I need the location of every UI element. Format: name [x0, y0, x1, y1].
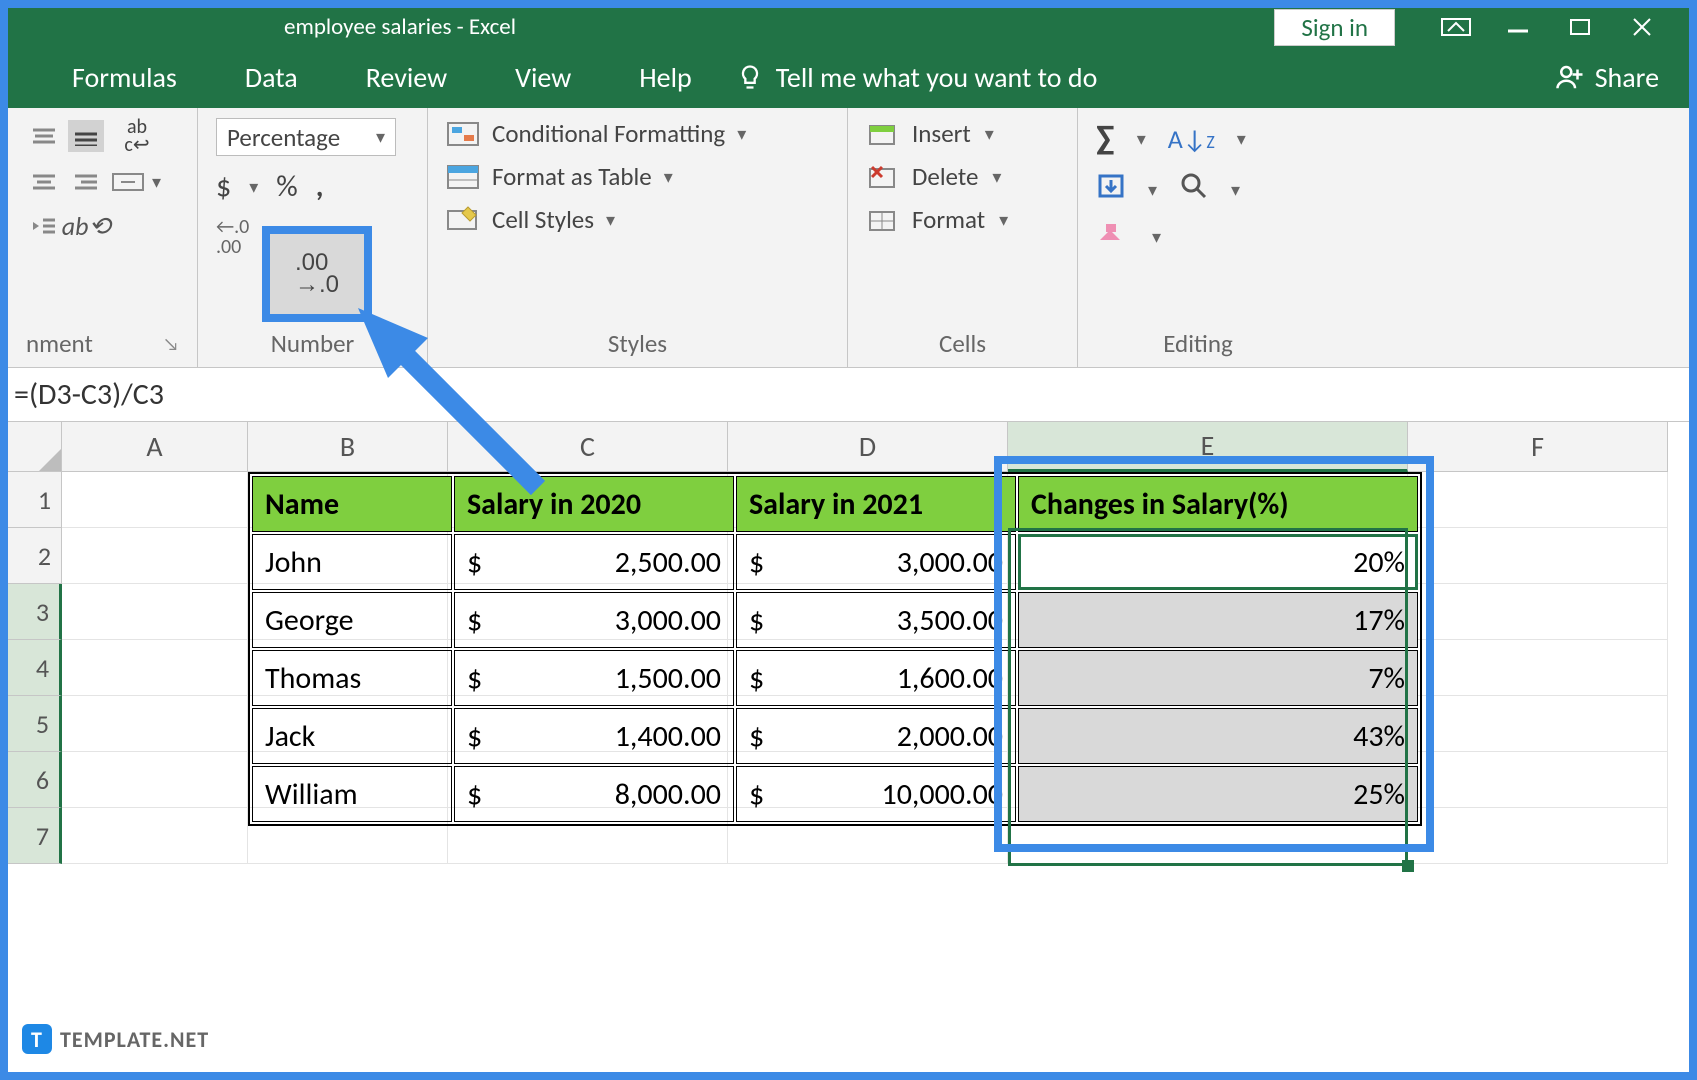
tab-review[interactable]: Review	[332, 60, 481, 95]
ribbon: abc↩ ▾ ab⟲ nment ↘	[8, 108, 1689, 368]
cell-styles-icon	[446, 205, 480, 235]
find-select-button[interactable]	[1179, 171, 1209, 208]
dialog-launcher-icon[interactable]: ↘	[163, 333, 179, 355]
annotation-arrow	[318, 298, 578, 558]
tell-me-search[interactable]: Tell me what you want to do	[736, 60, 1098, 95]
comma-button[interactable]: ,	[316, 168, 324, 205]
group-label-alignment: nment	[26, 328, 93, 359]
th-salary-2021[interactable]: Salary in 2021	[736, 476, 1016, 532]
group-editing: ∑▾ A↓Z▾ ▾ ▾ ▾ Editing	[1078, 108, 1318, 367]
worksheet[interactable]: A B C D E F 1 2 3 4 5 6 7 Name Salary in…	[8, 422, 1689, 864]
autosum-button[interactable]: ∑	[1096, 118, 1115, 159]
group-label-editing: Editing	[1096, 328, 1300, 363]
decrease-indent-icon[interactable]	[26, 210, 62, 242]
sort-filter-button[interactable]: A↓Z	[1168, 123, 1215, 155]
maximize-icon[interactable]	[1553, 12, 1607, 42]
number-format-selector[interactable]: Percentage ▾	[216, 118, 396, 156]
row-header-5[interactable]: 5	[8, 696, 62, 752]
group-label-cells: Cells	[866, 328, 1059, 363]
decrease-decimal-button[interactable]: .00 →.0	[295, 252, 339, 296]
row-header-2[interactable]: 2	[8, 528, 62, 584]
column-headers: A B C D E F	[8, 422, 1689, 472]
watermark: T TEMPLATE.NET	[22, 1024, 209, 1054]
wrap-text-button[interactable]: abc↩	[110, 118, 164, 154]
title-bar: employee salaries - Excel Sign in	[8, 8, 1689, 46]
table-row: Thomas $1,500.00 $1,600.00 7%	[252, 650, 1418, 706]
row-header-3[interactable]: 3	[8, 584, 62, 640]
group-alignment: abc↩ ▾ ab⟲ nment ↘	[8, 108, 198, 367]
cell-pct-active[interactable]: 20%	[1018, 534, 1418, 590]
number-format-value: Percentage	[227, 122, 340, 153]
share-person-icon	[1555, 62, 1585, 92]
fill-button[interactable]	[1096, 172, 1126, 207]
fill-handle[interactable]	[1402, 860, 1414, 872]
table-row: George $3,000.00 $3,500.00 17%	[252, 592, 1418, 648]
merge-cells-icon[interactable]	[110, 166, 146, 198]
close-icon[interactable]	[1615, 12, 1669, 42]
th-changes-pct[interactable]: Changes in Salary(%)	[1018, 476, 1418, 532]
format-table-icon	[446, 162, 480, 192]
sign-in-button[interactable]: Sign in	[1274, 9, 1395, 46]
select-all-corner[interactable]	[8, 422, 62, 472]
tell-me-label: Tell me what you want to do	[776, 60, 1098, 95]
col-header-E[interactable]: E	[1008, 422, 1408, 472]
chevron-down-icon: ▾	[376, 126, 385, 148]
row-header-7[interactable]: 7	[8, 808, 62, 864]
conditional-formatting-button[interactable]: Conditional Formatting ▾	[446, 118, 829, 149]
align-center-icon[interactable]	[26, 166, 62, 198]
align-bottom-icon[interactable]	[68, 120, 104, 152]
row-header-4[interactable]: 4	[8, 640, 62, 696]
conditional-formatting-icon	[446, 119, 480, 149]
ribbon-tabs: Formulas Data Review View Help Tell me w…	[8, 46, 1689, 108]
currency-dropdown-icon[interactable]: ▾	[249, 176, 258, 198]
format-as-table-label: Format as Table	[492, 161, 652, 192]
table-row: Jack $1,400.00 $2,000.00 43%	[252, 708, 1418, 764]
currency-button[interactable]: $	[216, 168, 231, 205]
col-header-F[interactable]: F	[1408, 422, 1668, 472]
tab-data[interactable]: Data	[211, 60, 332, 95]
share-label: Share	[1595, 60, 1659, 95]
share-button[interactable]: Share	[1555, 60, 1689, 95]
formula-text: =(D3-C3)/C3	[14, 376, 164, 413]
format-cells-button[interactable]: Format ▾	[866, 204, 1059, 235]
lightbulb-icon	[736, 63, 764, 91]
format-as-table-button[interactable]: Format as Table ▾	[446, 161, 829, 192]
watermark-badge: T	[22, 1024, 52, 1054]
format-cells-icon	[866, 206, 898, 234]
insert-cells-button[interactable]: Insert ▾	[866, 118, 1059, 149]
cell-styles-button[interactable]: Cell Styles ▾	[446, 204, 829, 235]
cell-styles-label: Cell Styles	[492, 204, 594, 235]
minimize-icon[interactable]	[1491, 12, 1545, 42]
ribbon-options-icon[interactable]	[1429, 12, 1483, 42]
cell-salary-2021[interactable]: $3,000.00	[736, 534, 1016, 590]
clear-button[interactable]	[1096, 220, 1130, 253]
merge-dropdown-icon[interactable]: ▾	[152, 171, 161, 193]
row-header-1[interactable]: 1	[8, 472, 62, 528]
col-header-A[interactable]: A	[62, 422, 248, 472]
row-header-6[interactable]: 6	[8, 752, 62, 808]
col-header-D[interactable]: D	[728, 422, 1008, 472]
align-right-icon[interactable]	[68, 166, 104, 198]
window-title: employee salaries - Excel	[284, 13, 516, 41]
insert-cells-icon	[866, 120, 898, 148]
watermark-text: TEMPLATE.NET	[60, 1026, 209, 1053]
formula-bar[interactable]: =(D3-C3)/C3	[8, 368, 1689, 422]
tab-view[interactable]: View	[481, 60, 605, 95]
conditional-formatting-label: Conditional Formatting	[492, 118, 725, 149]
file-name: employee salaries	[284, 13, 451, 41]
align-middle-icon[interactable]	[26, 120, 62, 152]
group-cells: Insert ▾ Delete ▾ Format ▾ Cells	[848, 108, 1078, 367]
app-frame: employee salaries - Excel Sign in Formul…	[0, 0, 1697, 1080]
table-row: William $8,000.00 $10,000.00 25%	[252, 766, 1418, 822]
delete-cells-button[interactable]: Delete ▾	[866, 161, 1059, 192]
percent-button[interactable]: %	[276, 168, 297, 205]
delete-cells-icon	[866, 163, 898, 191]
tab-formulas[interactable]: Formulas	[38, 60, 211, 95]
tab-help[interactable]: Help	[605, 60, 726, 95]
app-name: Excel	[469, 13, 516, 41]
orientation-icon[interactable]: ab⟲	[68, 210, 104, 242]
